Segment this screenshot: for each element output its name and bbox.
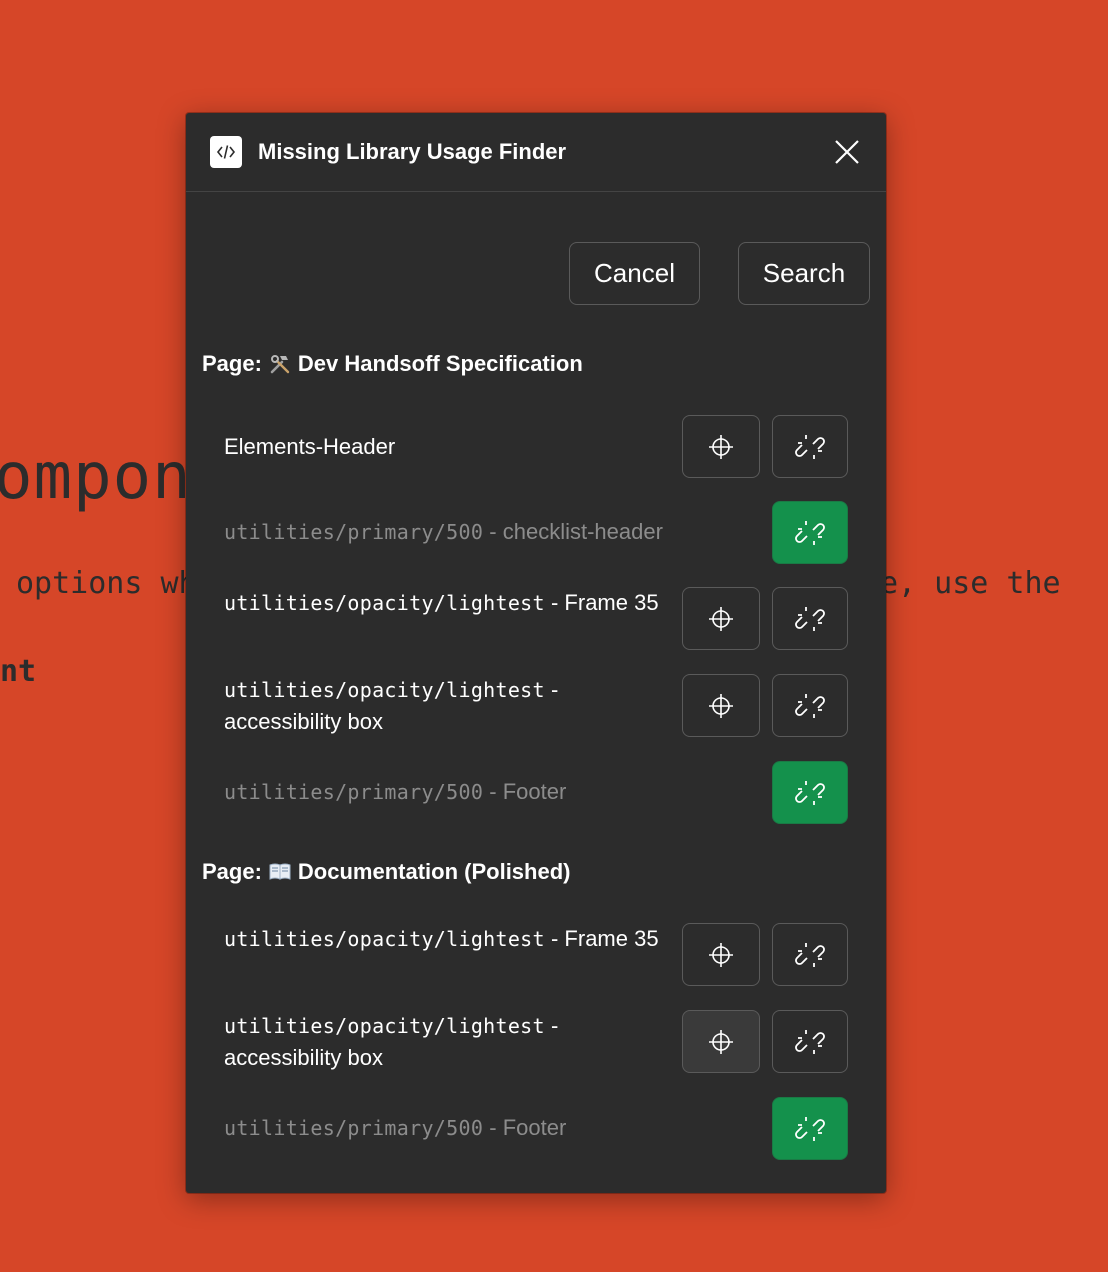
layer-label: utilities/primary/500 - Footer — [224, 1112, 664, 1144]
layer-name: - Footer — [483, 779, 567, 804]
layer-name: - checklist-header — [483, 519, 663, 544]
layer-label: utilities/opacity/lightest - Frame 35 — [224, 923, 664, 955]
layer-name: - Frame 35 — [544, 590, 659, 615]
crosshair-icon — [709, 942, 733, 967]
page-prefix: Page: — [202, 859, 262, 884]
locate-button[interactable] — [682, 674, 760, 737]
locate-button[interactable] — [682, 587, 760, 650]
broken-link-icon — [795, 606, 825, 631]
hammer-and-wrench-icon — [268, 352, 292, 376]
action-bar: Cancel Search — [569, 242, 870, 305]
relink-button-done[interactable] — [772, 1097, 848, 1160]
code-brackets-icon — [210, 136, 242, 168]
search-button[interactable]: Search — [738, 242, 870, 305]
layer-label: utilities/opacity/lightest - accessibili… — [224, 674, 664, 738]
plugin-modal: Missing Library Usage Finder Cancel Sear… — [186, 113, 886, 1193]
modal-title: Missing Library Usage Finder — [258, 139, 567, 164]
relink-button[interactable] — [772, 415, 848, 478]
broken-link-icon — [795, 434, 825, 459]
style-path: utilities/opacity/lightest — [224, 678, 545, 702]
layer-label: utilities/opacity/lightest - Frame 35 — [224, 587, 664, 619]
layer-label: utilities/opacity/lightest - accessibili… — [224, 1010, 664, 1074]
locate-button[interactable] — [682, 415, 760, 478]
broken-link-icon — [795, 1029, 825, 1054]
close-icon[interactable] — [834, 139, 860, 165]
crosshair-icon — [709, 693, 733, 718]
crosshair-icon — [709, 1029, 733, 1054]
page-name: Dev Handsoff Specification — [297, 351, 583, 376]
broken-link-icon — [795, 693, 825, 718]
broken-link-icon — [795, 520, 825, 545]
layer-label: utilities/primary/500 - Footer — [224, 776, 664, 808]
relink-button[interactable] — [772, 1010, 848, 1073]
open-book-icon — [268, 861, 292, 883]
layer-label: Elements-Header — [224, 431, 664, 463]
relink-button[interactable] — [772, 587, 848, 650]
style-path: utilities/opacity/lightest — [224, 927, 545, 951]
locate-button[interactable] — [682, 923, 760, 986]
relink-button-done[interactable] — [772, 501, 848, 564]
layer-name: - Frame 35 — [544, 926, 659, 951]
crosshair-icon — [709, 434, 733, 459]
style-path: utilities/opacity/lightest — [224, 591, 545, 615]
page-prefix: Page: — [202, 351, 262, 376]
background-bold-text: nt — [0, 654, 37, 689]
style-path: utilities/opacity/lightest — [224, 1014, 545, 1038]
broken-link-icon — [795, 1116, 825, 1141]
broken-link-icon — [795, 942, 825, 967]
background-paragraph-right: e, use the — [880, 566, 1061, 601]
relink-button-done[interactable] — [772, 761, 848, 824]
page-heading-documentation: Page: Documentation (Polished) — [202, 859, 570, 885]
layer-name: - Footer — [483, 1115, 567, 1140]
cancel-button[interactable]: Cancel — [569, 242, 700, 305]
broken-link-icon — [795, 780, 825, 805]
style-path: utilities/primary/500 — [224, 520, 484, 544]
style-path: utilities/primary/500 — [224, 780, 484, 804]
modal-titlebar: Missing Library Usage Finder — [186, 113, 886, 192]
relink-button[interactable] — [772, 674, 848, 737]
background-paragraph-left: options wh — [16, 566, 197, 601]
page-name: Documentation (Polished) — [297, 859, 571, 884]
locate-button[interactable] — [682, 1010, 760, 1073]
style-path: utilities/primary/500 — [224, 1116, 484, 1140]
layer-label: utilities/primary/500 - checklist-header — [224, 516, 664, 548]
relink-button[interactable] — [772, 923, 848, 986]
page-heading-dev-handsoff: Page: Dev Handsoff Specification — [202, 351, 583, 377]
crosshair-icon — [709, 606, 733, 631]
layer-name: Elements-Header — [224, 434, 396, 459]
